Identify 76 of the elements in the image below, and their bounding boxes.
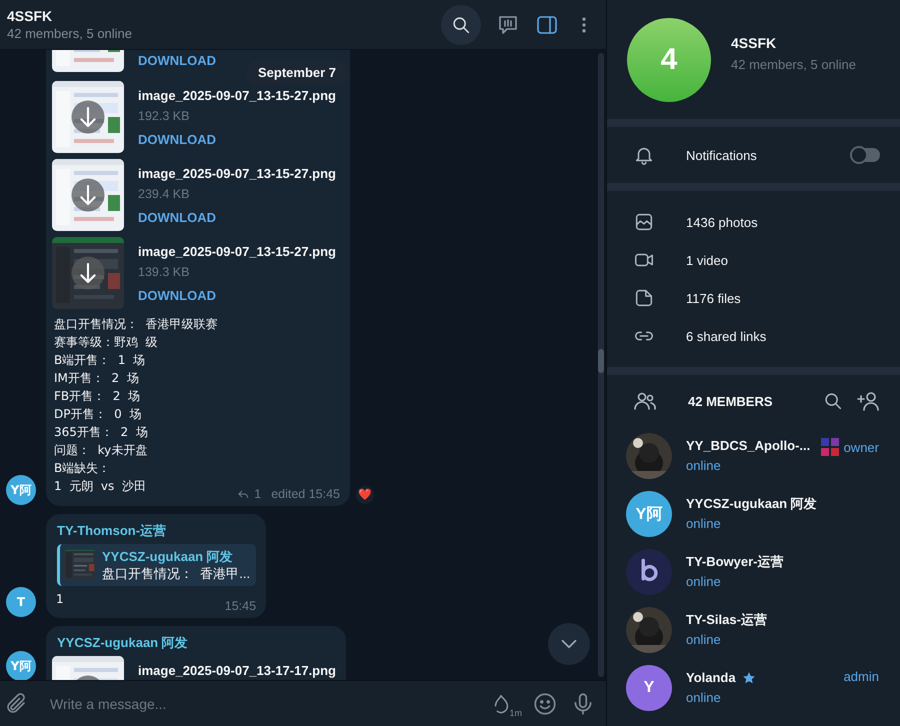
message-line: B端开售： 1 场 (54, 352, 146, 369)
download-link[interactable]: DOWNLOAD (138, 208, 336, 228)
sender-name[interactable]: YYCSZ-ugukaan 阿发 (52, 632, 336, 656)
chat-title: 4SSFK (7, 6, 54, 24)
message-line: 赛事等级：野鸡 级 (54, 334, 158, 351)
member-status: online (686, 515, 722, 533)
file-size: 192.3 KB (138, 108, 190, 125)
file-icon (633, 287, 655, 309)
download-icon[interactable] (70, 255, 106, 291)
file-name: image_2025-09-07_13-15-27.png (138, 87, 336, 105)
notifications-toggle[interactable] (850, 148, 880, 162)
emoji-icon[interactable] (532, 690, 558, 716)
add-member-icon[interactable] (856, 389, 880, 413)
logo-avatar-icon (626, 549, 672, 595)
file-name: image_2025-09-07_13-15-27.png (138, 165, 336, 183)
file-size: 239.4 KB (138, 186, 190, 203)
member-row[interactable]: Y Yolanda online admin (607, 659, 900, 717)
member-count: 42 members, 5 online (731, 56, 856, 74)
member-status: online (686, 689, 722, 707)
member-row[interactable]: Y阿 YYCSZ-ugukaan 阿发 online (607, 485, 900, 543)
message-line: B端缺失： (54, 460, 110, 477)
scrollbar[interactable] (598, 53, 604, 677)
timer-button[interactable]: 1m (490, 688, 520, 718)
media-row[interactable]: 6 shared links (607, 317, 900, 355)
member-name: TY-Bowyer-运营 (686, 553, 784, 571)
quote-sender: YYCSZ-ugukaan 阿发 (102, 548, 234, 565)
member-row[interactable]: TY-Bowyer-运营 online (607, 543, 900, 601)
attach-icon[interactable] (4, 692, 28, 716)
group-name: 4SSFK (731, 34, 778, 52)
member-name: YY_BDCS_Apollo-... (686, 437, 810, 455)
message-line: 365开售： 2 场 (54, 424, 148, 441)
member-status: online (686, 457, 722, 475)
scroll-down-button[interactable] (548, 623, 590, 665)
photo-icon (633, 211, 655, 233)
message-line: 盘口开售情况： 香港甲级联赛 (54, 316, 218, 333)
member-role: owner (844, 440, 879, 454)
message-bar[interactable]: Write a message... 1m (0, 680, 606, 726)
download-link[interactable]: DOWNLOAD (138, 51, 216, 71)
download-link[interactable]: DOWNLOAD (138, 286, 336, 306)
notifications-label: Notifications (686, 148, 758, 162)
group-avatar: 4 (627, 18, 711, 102)
members-heading: 42 MEMBERS (688, 394, 774, 408)
message-line: 1 元朗 vs 沙田 (54, 478, 146, 495)
message-line: IM开售： 2 场 (54, 370, 139, 387)
message-line: FB开售： 2 场 (54, 388, 140, 405)
media-row[interactable]: 1436 photos (607, 203, 900, 241)
reply-quote[interactable]: YYCSZ-ugukaan 阿发 盘口开售情况： 香港甲... (57, 544, 256, 586)
file-size: 139.3 KB (138, 264, 190, 281)
member-name: YYCSZ-ugukaan 阿发 (686, 495, 817, 513)
file-name: image_2025-09-07_13-15-27.png (138, 243, 336, 261)
message-time: edited 15:45 (271, 487, 340, 501)
reaction[interactable]: ❤ (356, 486, 374, 504)
media-row[interactable]: 1176 files (607, 279, 900, 317)
member-name: TY-Silas-运营 (686, 611, 767, 629)
message-time: 15:45 (224, 599, 256, 613)
member-status: online (686, 573, 722, 591)
file-name: image_2025-09-07_13-17-17.png (138, 662, 336, 680)
media-row[interactable]: 1 video (607, 241, 900, 279)
member-name: Yolanda (686, 669, 736, 687)
member-avatar: Y (626, 665, 672, 711)
search-button[interactable] (441, 4, 481, 44)
member-count: 42 members, 5 online (7, 24, 132, 42)
member-row[interactable]: TY-Silas-运营 online (607, 601, 900, 659)
sender-name[interactable]: TY-Thomson-运营 (52, 520, 256, 544)
member-avatar: Y阿 (626, 491, 672, 537)
message-input[interactable]: Write a message... (40, 688, 478, 718)
member-row[interactable]: YY_BDCS_Apollo-... online owner (607, 427, 900, 485)
download-link[interactable]: DOWNLOAD (138, 130, 336, 150)
quote-text: 盘口开售情况： 香港甲... (102, 565, 250, 582)
date-pill: September 7 (246, 61, 348, 85)
member-role: admin (844, 669, 879, 684)
message-line: 1 (56, 591, 64, 608)
scrollbar-thumb[interactable] (598, 349, 604, 373)
message-line: 问题： ky未开盘 (54, 442, 148, 459)
member-status: online (686, 631, 722, 649)
message-line: DP开售： 0 场 (54, 406, 142, 423)
